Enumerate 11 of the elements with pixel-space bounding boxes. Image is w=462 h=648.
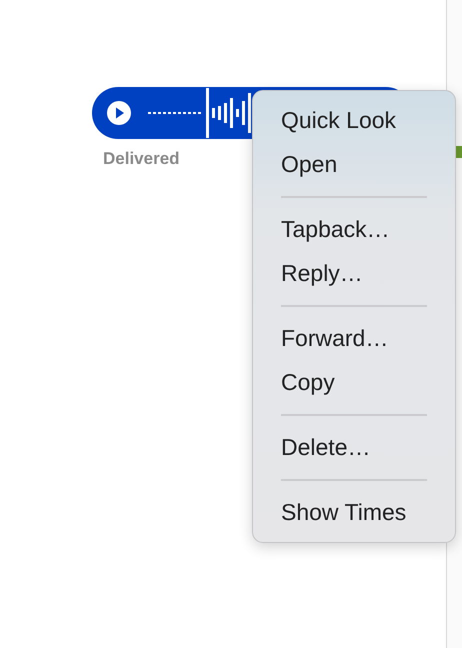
edge-marker [456,146,462,158]
play-icon[interactable] [106,100,132,126]
menu-item[interactable]: Copy [253,360,455,404]
menu-item[interactable]: Delete… [253,425,455,469]
menu-item[interactable]: Forward… [253,316,455,360]
menu-item[interactable]: Quick Look [253,98,455,142]
menu-item[interactable]: Open [253,142,455,186]
menu-item[interactable]: Show Times [253,490,455,534]
menu-item[interactable]: Tapback… [253,207,455,251]
delivery-status: Delivered [103,149,180,169]
menu-item[interactable]: Reply… [253,251,455,295]
